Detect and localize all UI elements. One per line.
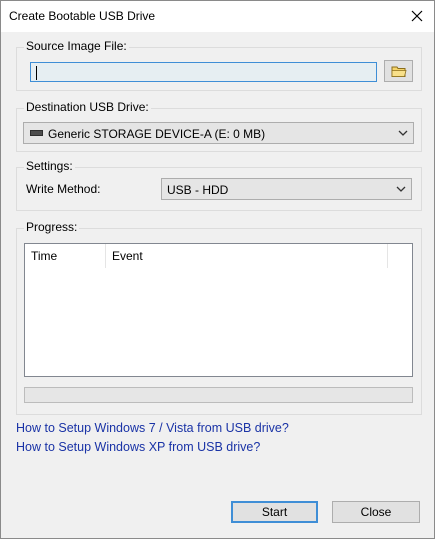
progress-bar [24,387,413,403]
destination-group: Destination USB Drive: Generic STORAGE D… [16,100,422,152]
column-header-event[interactable]: Event [106,244,388,268]
close-button[interactable]: Close [332,501,420,523]
link-setup-winxp[interactable]: How to Setup Windows XP from USB drive? [16,440,260,454]
progress-label: Progress: [24,220,80,234]
chevron-down-icon [398,130,408,136]
close-button-label: Close [360,505,392,519]
drive-icon [30,130,43,136]
title-bar: Create Bootable USB Drive [1,1,434,32]
column-event-label: Event [112,249,143,263]
start-button[interactable]: Start [231,501,318,523]
column-time-label: Time [31,249,58,263]
text-caret [36,66,37,80]
dialog-window: Create Bootable USB Drive Source Image F… [0,0,435,539]
write-method-label: Write Method: [26,182,101,196]
destination-label: Destination USB Drive: [24,100,151,114]
settings-group: Settings: Write Method: USB - HDD [16,159,422,211]
link-setup-win7[interactable]: How to Setup Windows 7 / Vista from USB … [16,421,289,435]
source-image-label: Source Image File: [24,39,129,53]
progress-log-list[interactable]: Time Event [24,243,413,377]
source-image-group: Source Image File: [16,39,422,91]
source-image-input[interactable] [30,62,377,82]
write-method-value: USB - HDD [167,183,229,197]
column-header-time[interactable]: Time [25,244,106,268]
destination-dropdown[interactable]: Generic STORAGE DEVICE-A (E: 0 MB) [23,122,414,144]
chevron-down-icon [396,186,406,192]
window-title: Create Bootable USB Drive [9,9,156,23]
browse-button[interactable] [384,60,413,82]
settings-label: Settings: [24,159,75,173]
progress-group: Progress: Time Event [16,220,422,415]
start-button-label: Start [261,505,288,519]
destination-selected: Generic STORAGE DEVICE-A (E: 0 MB) [48,127,266,141]
folder-icon [391,66,407,77]
column-header-filler [388,244,412,268]
write-method-dropdown[interactable]: USB - HDD [161,178,412,200]
close-icon[interactable] [410,6,426,24]
